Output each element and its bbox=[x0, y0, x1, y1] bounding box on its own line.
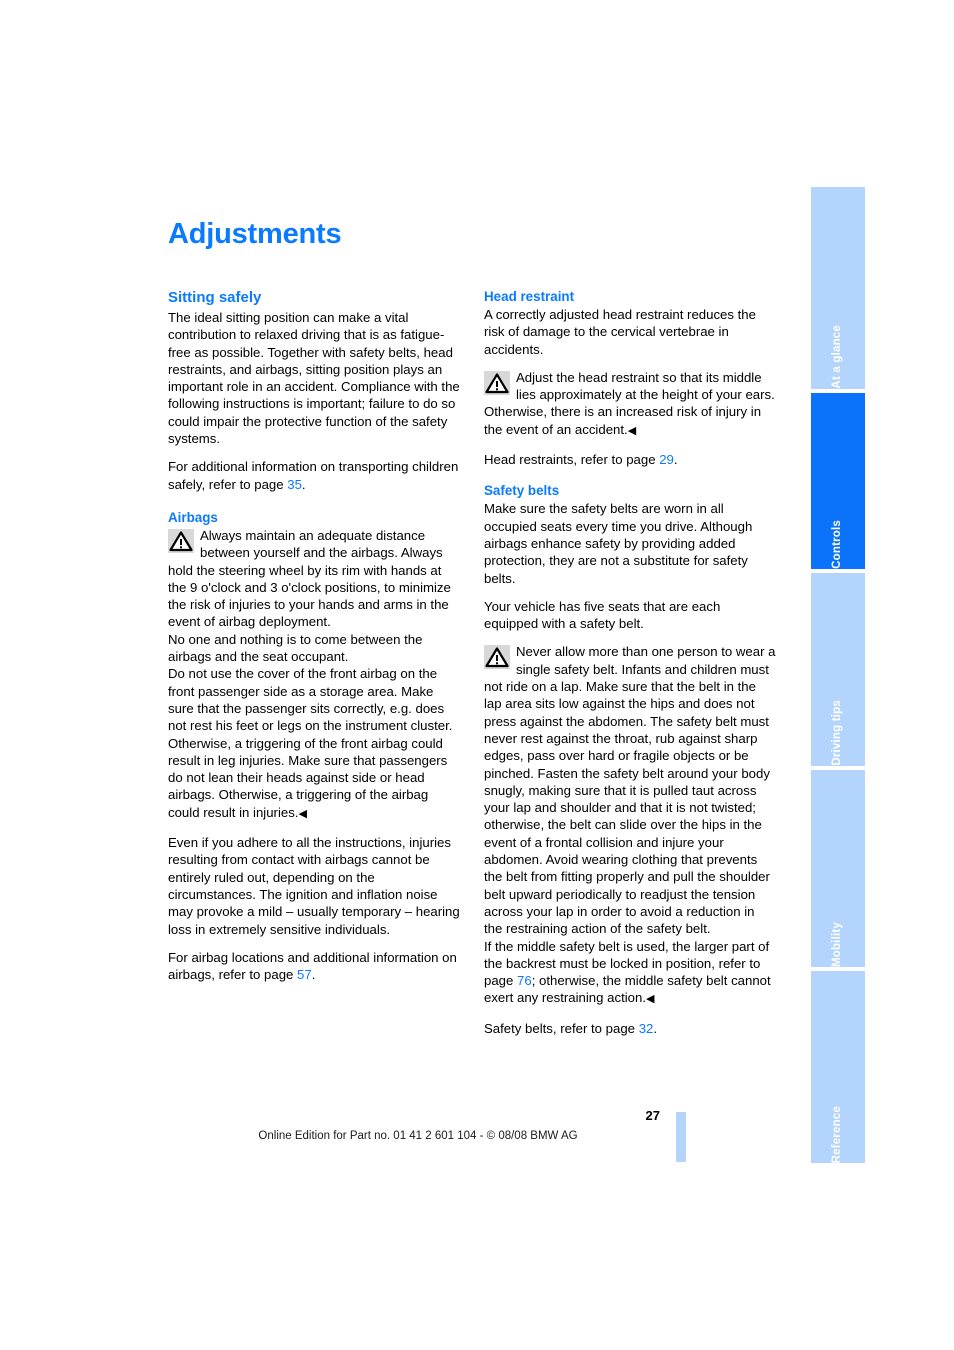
end-of-warning-marker-icon: ◀ bbox=[298, 807, 307, 820]
page-number: 27 bbox=[645, 1108, 660, 1123]
page-reference-link-57[interactable]: 57 bbox=[297, 967, 312, 982]
tab-controls-label: Controls bbox=[831, 520, 843, 569]
subsection-heading-safety-belts: Safety belts bbox=[484, 483, 560, 499]
paragraph-head-restraints-reference: Head restraints, refer to page 29. bbox=[484, 451, 776, 468]
tab-reference[interactable]: Reference bbox=[811, 971, 865, 1163]
right-text-column: Head restraint A correctly adjusted head… bbox=[484, 288, 776, 1037]
warning-head-restraint: Adjust the head restraint so that its mi… bbox=[484, 369, 776, 440]
warning-middle-safety-belt: If the middle safety belt is used, the l… bbox=[484, 938, 776, 1009]
warning-airbags-distance: Always maintain an adequate distance bet… bbox=[168, 527, 460, 631]
safety-belts-ref-text-before: Safety belts, refer to page bbox=[484, 1020, 639, 1036]
warning-triangle-icon bbox=[484, 645, 510, 670]
paragraph-head-restraint: A correctly adjusted head restraint redu… bbox=[484, 307, 756, 357]
page-reference-link-32[interactable]: 32 bbox=[639, 1021, 654, 1036]
children-ref-text-before: For additional information on transporti… bbox=[168, 459, 459, 492]
tab-driving-tips-label: Driving tips bbox=[831, 700, 843, 766]
end-of-warning-marker-icon: ◀ bbox=[627, 424, 636, 437]
paragraph-airbags-residual-risk: Even if you adhere to all the instructio… bbox=[168, 835, 460, 937]
page-title: Adjustments bbox=[168, 218, 342, 250]
warning-safety-belts-usage: Never allow more than one person to wear… bbox=[484, 643, 776, 937]
paragraph-sitting-safely-intro: The ideal sitting position can make a vi… bbox=[168, 310, 460, 447]
subsection-heading-airbags: Airbags bbox=[168, 509, 218, 525]
tab-driving-tips[interactable]: Driving tips bbox=[811, 573, 865, 766]
children-ref-text-after: . bbox=[301, 476, 306, 492]
page-reference-link-76[interactable]: 76 bbox=[517, 973, 532, 988]
warning-airbags-obstruction: No one and nothing is to come between th… bbox=[168, 631, 423, 665]
manual-page: At a glance Controls Driving tips Mobili… bbox=[0, 0, 954, 1350]
page-reference-link-29[interactable]: 29 bbox=[659, 452, 674, 467]
chapter-tab-strip: At a glance Controls Driving tips Mobili… bbox=[811, 187, 865, 1163]
warning-triangle-icon bbox=[168, 528, 194, 553]
left-text-column: Sitting safely The ideal sitting positio… bbox=[168, 288, 460, 983]
airbag-ref-text-after: . bbox=[311, 967, 316, 983]
footer-edition-note: Online Edition for Part no. 01 41 2 601 … bbox=[258, 1130, 578, 1142]
warning-airbags-distance-text: Always maintain an adequate distance bet… bbox=[168, 527, 451, 630]
head-restraint-ref-text-before: Head restraints, refer to page bbox=[484, 452, 660, 468]
paragraph-safety-belts-seats: Your vehicle has five seats that are eac… bbox=[484, 598, 721, 632]
subsection-heading-head-restraint: Head restraint bbox=[484, 289, 575, 304]
warning-safety-belts-usage-text: Never allow more than one person to wear… bbox=[484, 644, 776, 937]
section-heading-sitting-safely: Sitting safely bbox=[168, 289, 262, 306]
end-of-warning-marker-icon: ◀ bbox=[646, 993, 654, 1006]
warning-airbags-cover: Do not use the cover of the front airbag… bbox=[168, 665, 460, 823]
tab-at-a-glance-label: At a glance bbox=[831, 325, 843, 389]
page-reference-link-35[interactable]: 35 bbox=[287, 477, 302, 492]
warning-airbags-cover-text: Do not use the cover of the front airbag… bbox=[168, 666, 453, 820]
head-restraint-ref-text-after: . bbox=[673, 452, 678, 468]
tab-reference-label: Reference bbox=[831, 1105, 843, 1163]
paragraph-children-reference: For additional information on transporti… bbox=[168, 458, 460, 493]
warning-triangle-icon bbox=[484, 370, 510, 395]
tab-mobility[interactable]: Mobility bbox=[811, 770, 865, 967]
tab-at-a-glance[interactable]: At a glance bbox=[811, 187, 865, 389]
paragraph-safety-belts-reference: Safety belts, refer to page 32. bbox=[484, 1020, 776, 1037]
tab-mobility-label: Mobility bbox=[831, 921, 843, 967]
paragraph-safety-belts-intro: Make sure the safety belts are worn in a… bbox=[484, 501, 753, 586]
footer-accent-bar bbox=[676, 1112, 686, 1162]
paragraph-airbag-locations-reference: For airbag locations and additional info… bbox=[168, 949, 460, 984]
tab-controls[interactable]: Controls bbox=[811, 393, 865, 569]
safety-belts-ref-text-after: . bbox=[653, 1020, 658, 1036]
